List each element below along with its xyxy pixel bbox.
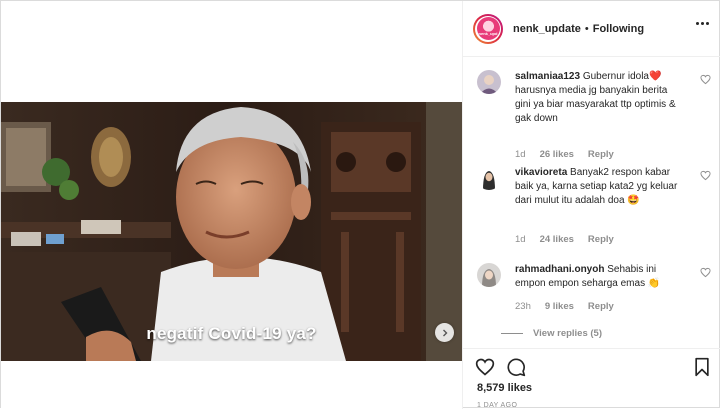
comment-meta: 1d 24 likes Reply bbox=[515, 234, 614, 245]
comment-likes[interactable]: 26 likes bbox=[540, 149, 574, 160]
reply-button[interactable]: Reply bbox=[588, 301, 614, 312]
comment-time[interactable]: 1d bbox=[515, 149, 526, 160]
video-caption: negatif Covid-19 ya? bbox=[146, 324, 317, 343]
post-actions-bar: 8,579 likes 1 DAY AGO bbox=[463, 348, 720, 409]
view-replies-label: View replies (5) bbox=[533, 328, 602, 339]
comment-text-block: rahmadhani.onyoh Sehabis ini empon empon… bbox=[515, 263, 685, 291]
comment-time[interactable]: 23h bbox=[515, 301, 531, 312]
reply-button[interactable]: Reply bbox=[588, 149, 614, 160]
video-frame[interactable]: negatif Covid-19 ya? bbox=[1, 102, 462, 361]
comment-time[interactable]: 1d bbox=[515, 234, 526, 245]
comment-item: rahmadhani.onyoh Sehabis ini empon empon… bbox=[477, 263, 711, 323]
avatar-photo-icon bbox=[477, 166, 501, 190]
avatar-logo-text: nenk_upd bbox=[478, 31, 498, 36]
avatar-photo-icon bbox=[477, 70, 501, 94]
replies-divider-line bbox=[501, 333, 523, 334]
comment-username[interactable]: rahmadhani.onyoh bbox=[515, 264, 604, 275]
next-media-button[interactable] bbox=[435, 323, 454, 342]
like-comment-heart-icon[interactable] bbox=[700, 170, 711, 181]
header-separator: • bbox=[584, 22, 589, 35]
avatar-photo-icon bbox=[477, 263, 501, 287]
post-media-area: negatif Covid-19 ya? bbox=[1, 1, 462, 409]
post-header: nenk_upd nenk_update • Following bbox=[463, 1, 720, 57]
like-comment-heart-icon[interactable] bbox=[700, 267, 711, 278]
comment-likes[interactable]: 24 likes bbox=[540, 234, 574, 245]
comment-text-block: vikavioreta Banyak2 respon kabar baik ya… bbox=[515, 166, 685, 208]
comment-meta: 1d 26 likes Reply bbox=[515, 149, 614, 160]
more-options-button[interactable] bbox=[696, 22, 709, 25]
view-replies-button[interactable]: View replies (5) bbox=[501, 328, 602, 339]
chevron-right-icon bbox=[442, 329, 447, 336]
commenter-avatar[interactable] bbox=[477, 263, 501, 287]
comment-meta: 23h 9 likes Reply bbox=[515, 301, 614, 312]
comment-username[interactable]: salmaniaa123 bbox=[515, 71, 580, 82]
more-dot-icon bbox=[696, 22, 699, 25]
video-scene-image bbox=[1, 102, 462, 361]
heart-icon[interactable] bbox=[475, 357, 495, 377]
commenter-avatar[interactable] bbox=[477, 70, 501, 94]
comment-item: salmaniaa123 Gubernur idola❤️ harusnya m… bbox=[477, 70, 711, 160]
post-side-panel: nenk_upd nenk_update • Following salmani… bbox=[462, 1, 720, 409]
avatar-inner: nenk_upd bbox=[475, 15, 501, 42]
following-button[interactable]: Following bbox=[593, 23, 644, 35]
bookmark-icon[interactable] bbox=[692, 357, 712, 377]
comment-item: vikavioreta Banyak2 respon kabar baik ya… bbox=[477, 166, 711, 246]
reply-button[interactable]: Reply bbox=[588, 234, 614, 245]
more-dot-icon bbox=[706, 22, 709, 25]
comment-text-block: salmaniaa123 Gubernur idola❤️ harusnya m… bbox=[515, 70, 685, 126]
comments-list: salmaniaa123 Gubernur idola❤️ harusnya m… bbox=[463, 58, 720, 348]
profile-avatar[interactable]: nenk_upd bbox=[473, 13, 503, 44]
instagram-post-window: negatif Covid-19 ya? nenk_upd nenk_updat… bbox=[0, 0, 720, 409]
more-dot-icon bbox=[701, 22, 704, 25]
post-likes-count[interactable]: 8,579 likes bbox=[477, 382, 532, 394]
avatar-image: nenk_upd bbox=[476, 17, 500, 40]
post-author-username[interactable]: nenk_update bbox=[513, 23, 581, 35]
commenter-avatar[interactable] bbox=[477, 166, 501, 190]
comment-username[interactable]: vikavioreta bbox=[515, 167, 567, 178]
comment-icon[interactable] bbox=[506, 357, 526, 377]
like-comment-heart-icon[interactable] bbox=[700, 74, 711, 85]
comment-likes[interactable]: 9 likes bbox=[545, 301, 574, 312]
